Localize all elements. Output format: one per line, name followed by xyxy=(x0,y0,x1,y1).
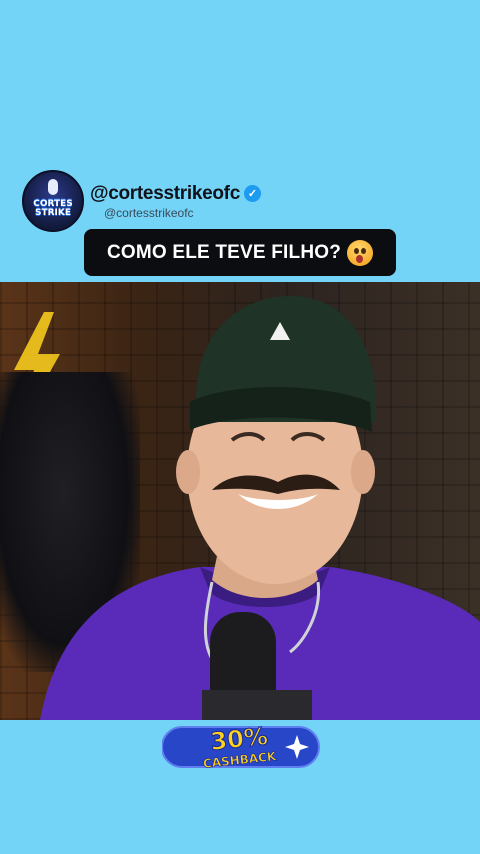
handle-row: @cortesstrikeofc ✓ xyxy=(90,183,261,205)
profile-header: CORTES STRIKE @cortesstrikeofc ✓ @cortes… xyxy=(22,170,261,232)
account-handle[interactable]: @cortesstrikeofc xyxy=(90,183,240,205)
profile-names: @cortesstrikeofc ✓ @cortesstrikeofc xyxy=(90,183,261,220)
verified-check-icon: ✓ xyxy=(243,185,261,202)
video-frame[interactable] xyxy=(0,282,480,720)
avatar-logo-line2: STRIKE xyxy=(34,208,72,218)
caption-text: COMO ELE TEVE FILHO? xyxy=(106,241,342,263)
caption-box: COMO ELE TEVE FILHO? xyxy=(84,229,396,276)
cashback-banner[interactable]: 30% CASHBACK xyxy=(162,719,322,775)
avatar[interactable]: CORTES STRIKE xyxy=(22,170,84,232)
astonished-face-emoji xyxy=(347,239,374,266)
avatar-logo: CORTES STRIKE xyxy=(33,200,73,218)
account-subhandle: @cortesstrikeofc xyxy=(104,205,194,220)
microphone-icon xyxy=(48,179,58,195)
podcast-guest xyxy=(40,296,480,720)
